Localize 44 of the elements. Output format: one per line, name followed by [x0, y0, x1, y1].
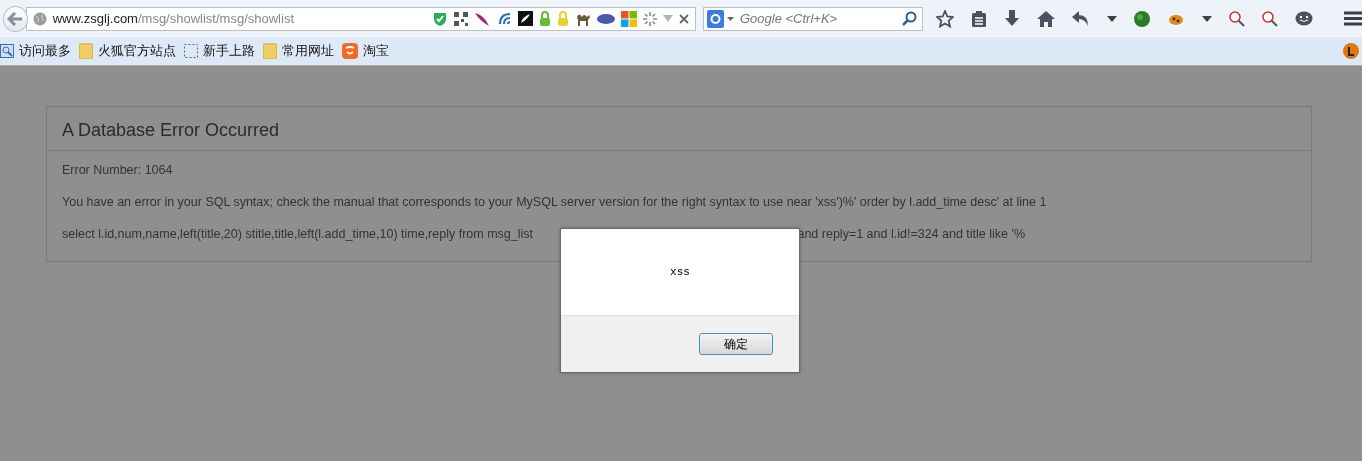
dropdown-icon[interactable]: [1202, 15, 1212, 22]
magnifier-icon: [0, 44, 14, 58]
ok-button[interactable]: 确定: [699, 333, 773, 355]
magnifier-icon[interactable]: [1229, 10, 1245, 27]
dashed-square-icon: [184, 44, 198, 58]
waves-icon[interactable]: [496, 10, 512, 27]
menu-icon[interactable]: [1344, 11, 1362, 26]
back-arrow-icon: [7, 11, 24, 26]
error-message: You have an error in your SQL syntax; check the manual that corresponds to your MySQL server version for the right syntax to use near 'xss')%' order by l.add_time desc' at line 1: [62, 194, 1048, 210]
chat-bubble-icon[interactable]: [1295, 10, 1313, 27]
windows-icon[interactable]: [621, 10, 637, 27]
spinner-icon[interactable]: [643, 11, 657, 26]
back-button[interactable]: [3, 5, 28, 32]
search-engine-icon[interactable]: [707, 9, 735, 28]
undo-arrow-icon[interactable]: [1072, 10, 1090, 27]
bookmark-item[interactable]: 常用网址: [263, 42, 334, 60]
dropdown-icon[interactable]: [1107, 15, 1117, 22]
feather-icon[interactable]: [474, 10, 490, 27]
tile-icon[interactable]: [518, 11, 533, 26]
url-text: www.zsglj.com/msg/showlist/msg/showlist: [52, 11, 295, 26]
search-icon[interactable]: [902, 10, 917, 26]
ball-icon[interactable]: [1134, 10, 1150, 27]
error-number: Error Number: 1064: [62, 162, 174, 178]
search-field[interactable]: Google <Ctrl+K>: [703, 6, 923, 31]
error-title: A Database Error Occurred: [62, 120, 281, 141]
clipboard-icon[interactable]: [971, 9, 987, 28]
globe-icon: [32, 11, 47, 26]
shield-icon[interactable]: [432, 10, 448, 27]
close-icon[interactable]: [679, 13, 689, 24]
bookmark-item[interactable]: 新手上路: [184, 42, 255, 60]
folder-icon: [79, 43, 93, 59]
download-icon[interactable]: [1004, 10, 1020, 27]
bookmark-item[interactable]: 火狐官方站点: [79, 42, 176, 60]
qr-code-icon[interactable]: [454, 11, 468, 26]
address-bar[interactable]: www.zsglj.com/msg/showlist/msg/showlist: [25, 6, 696, 31]
home-icon[interactable]: [1037, 10, 1055, 27]
bookmark-item[interactable]: 访问最多: [0, 42, 71, 60]
bookmark-item[interactable]: 淘宝: [342, 42, 389, 60]
star-icon[interactable]: [936, 9, 954, 28]
badge-icon[interactable]: [1343, 43, 1359, 59]
magnifier-icon[interactable]: [1262, 10, 1278, 27]
sql-query-text: select l.id,num,name,left(title,20) stitle,title,left(l.add_time,10) time,reply from msg_list: [62, 226, 533, 242]
alert-message: xss: [670, 266, 690, 278]
folder-icon: [263, 43, 277, 59]
